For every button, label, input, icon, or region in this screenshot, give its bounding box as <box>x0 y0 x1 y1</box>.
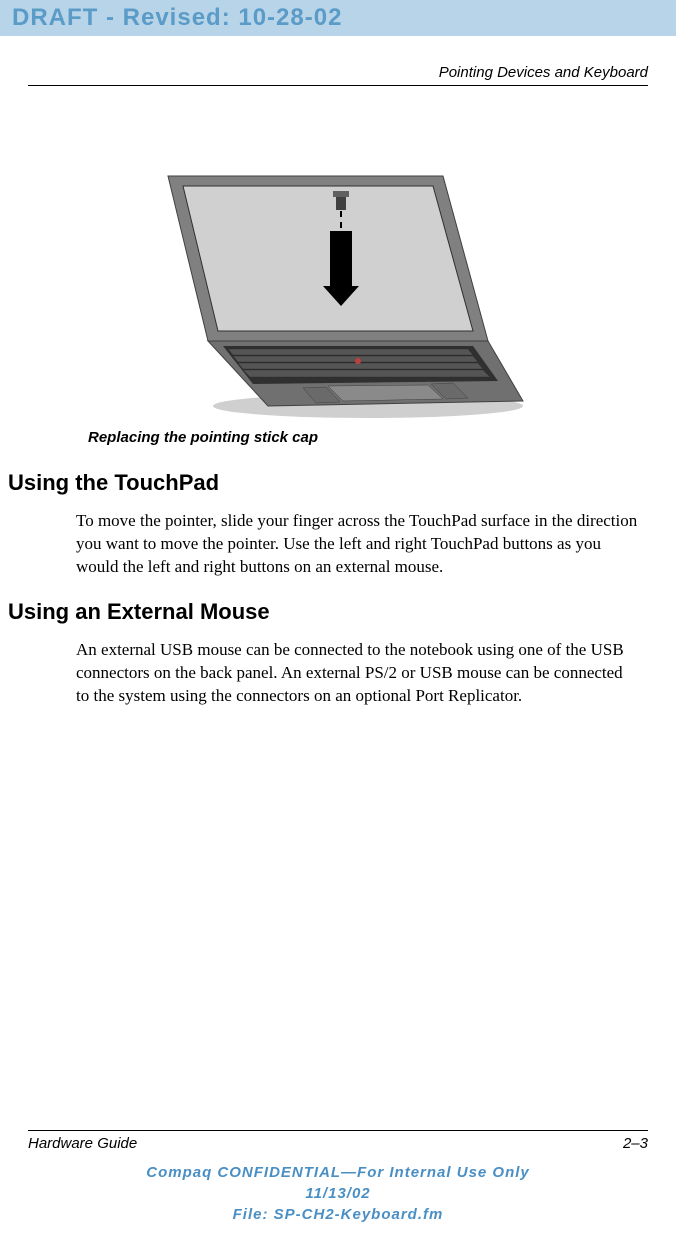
confidential-line-2: 11/13/02 <box>28 1183 648 1204</box>
page-header: Pointing Devices and Keyboard <box>28 64 648 86</box>
page-content: Replacing the pointing stick cap Using t… <box>0 141 676 708</box>
laptop-illustration <box>148 141 528 421</box>
confidential-line-1: Compaq CONFIDENTIAL—For Internal Use Onl… <box>28 1162 648 1183</box>
figure-container <box>28 141 648 421</box>
section-heading-touchpad: Using the TouchPad <box>8 470 648 496</box>
body-text-mouse: An external USB mouse can be connected t… <box>76 639 638 708</box>
footer-guide-name: Hardware Guide <box>28 1135 137 1152</box>
footer-confidential: Compaq CONFIDENTIAL—For Internal Use Onl… <box>28 1162 648 1225</box>
figure-caption: Replacing the pointing stick cap <box>88 429 648 446</box>
body-text-touchpad: To move the pointer, slide your finger a… <box>76 510 638 579</box>
chapter-title: Pointing Devices and Keyboard <box>28 64 648 86</box>
draft-banner: DRAFT - Revised: 10-28-02 <box>0 0 676 36</box>
page-footer: Hardware Guide 2–3 Compaq CONFIDENTIAL—F… <box>28 1130 648 1225</box>
section-heading-mouse: Using an External Mouse <box>8 599 648 625</box>
confidential-line-3: File: SP-CH2-Keyboard.fm <box>28 1204 648 1225</box>
footer-page-number: 2–3 <box>623 1135 648 1152</box>
footer-line: Hardware Guide 2–3 <box>28 1130 648 1152</box>
